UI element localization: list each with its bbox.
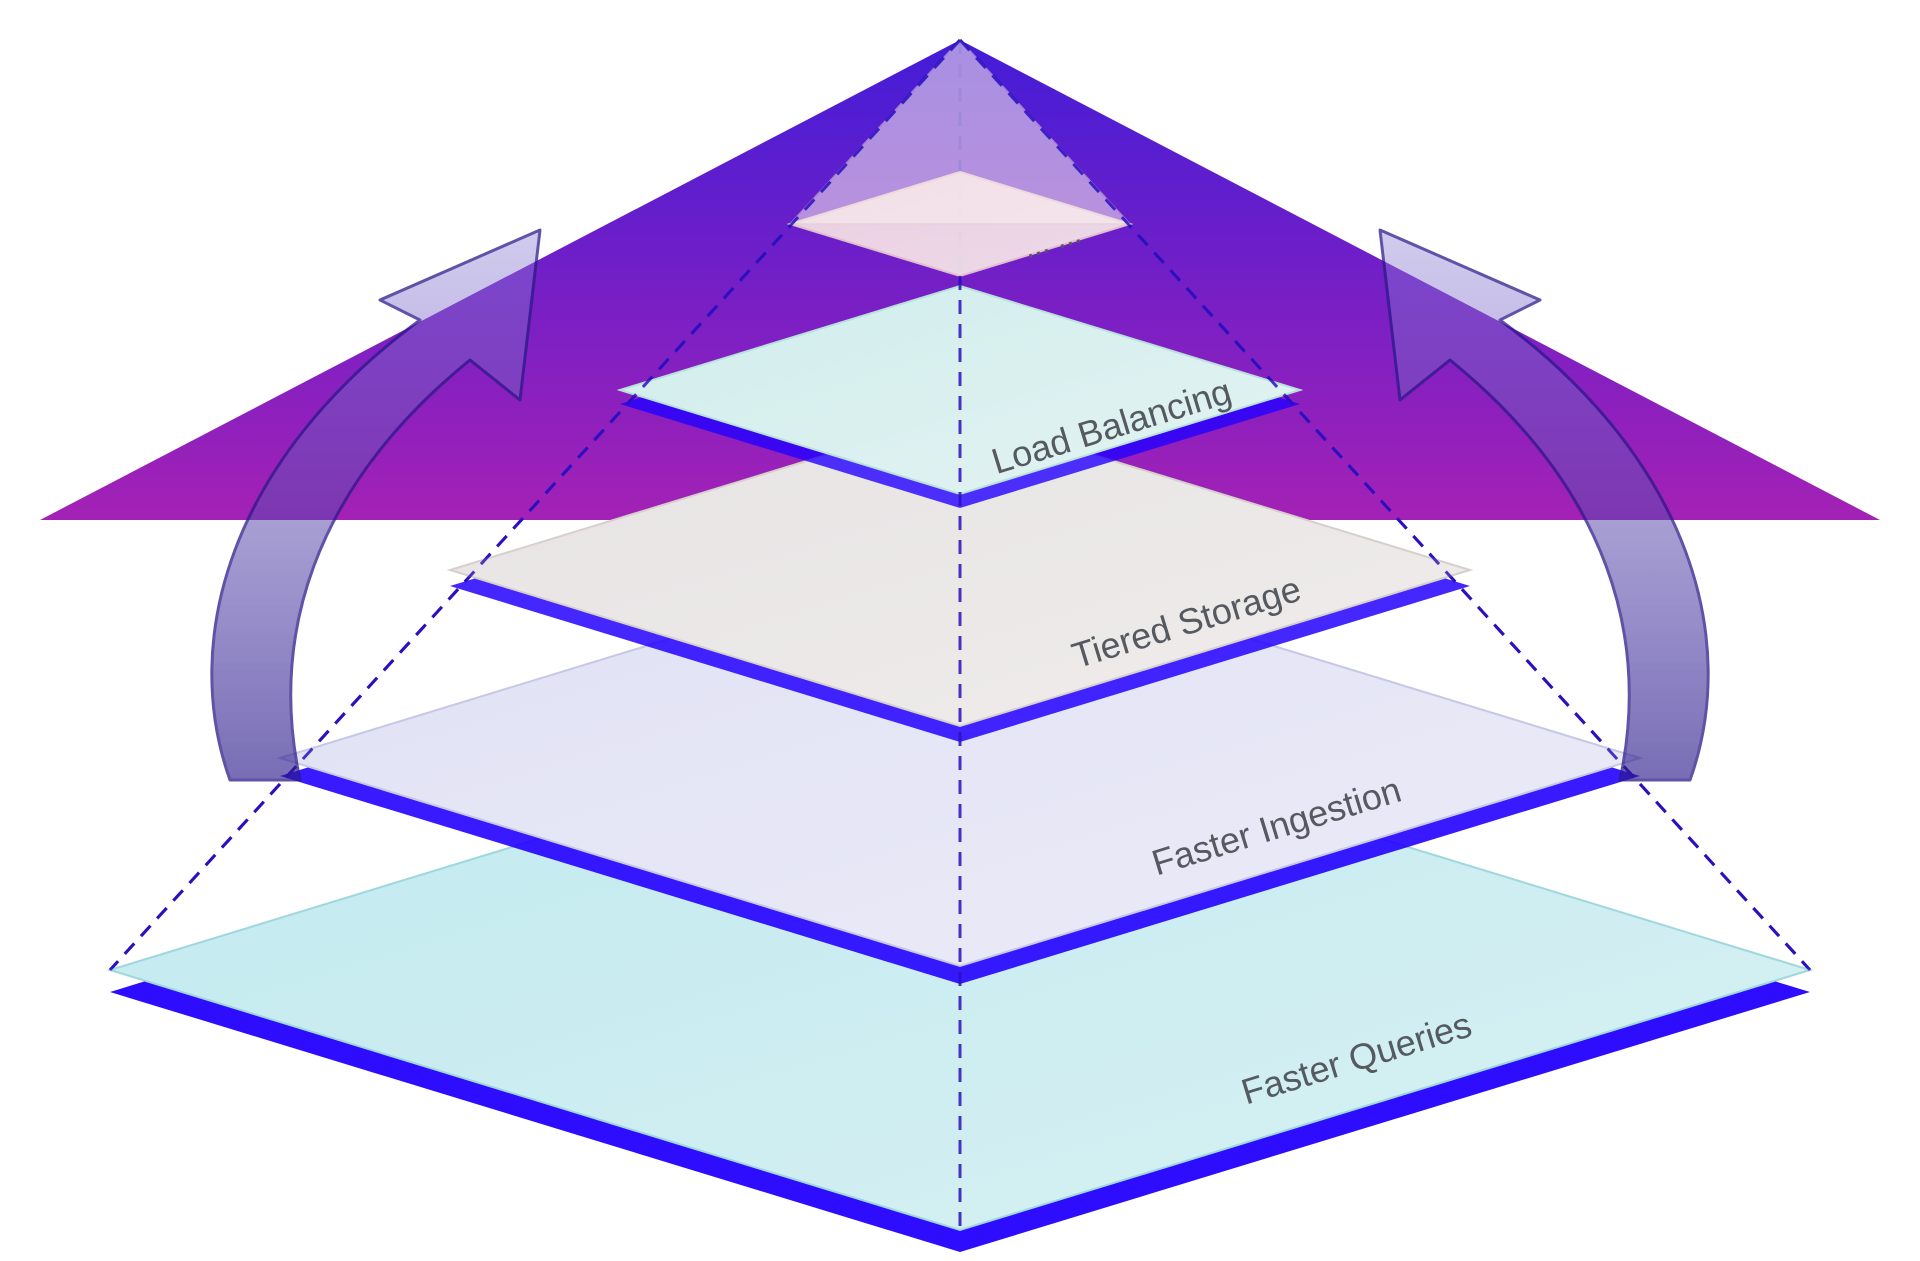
pyramid-diagram: Faster Queries Faster Ingestion Tiered S…	[0, 0, 1920, 1261]
